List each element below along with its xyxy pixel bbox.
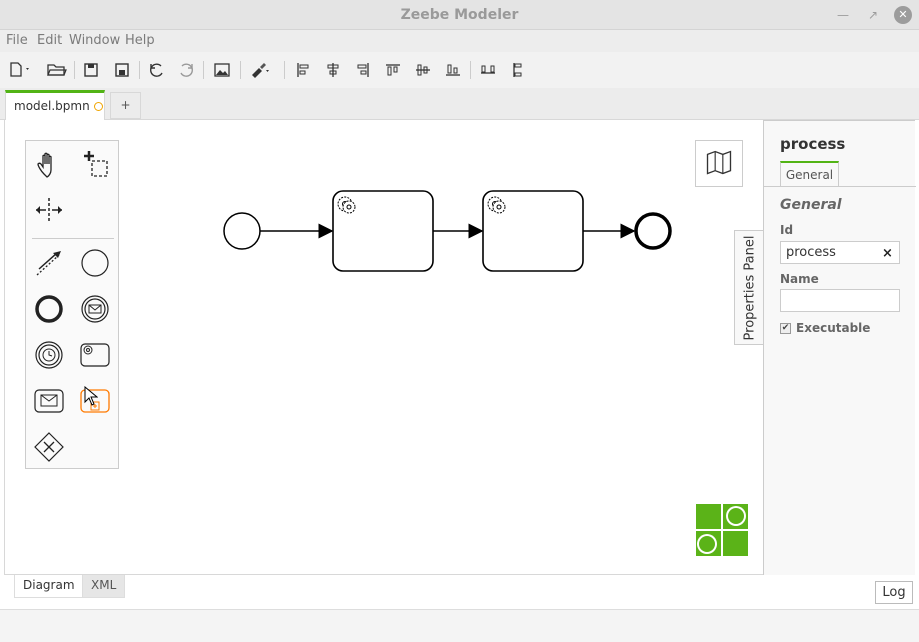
bottom-bar: Diagram XML Log	[0, 575, 919, 642]
file-tab-strip: model.bpmn +	[0, 88, 919, 121]
executable-checkbox[interactable]: ✔	[780, 323, 791, 334]
title-bar: Zeebe Modeler — ↗ ✕	[0, 0, 919, 30]
log-button[interactable]: Log	[875, 581, 913, 604]
properties-panel-toggle[interactable]: Properties Panel	[734, 230, 764, 345]
tab-xml[interactable]: XML	[82, 575, 126, 598]
minimize-icon[interactable]: —	[834, 6, 852, 24]
properties-panel-toggle-label: Properties Panel	[742, 235, 757, 340]
start-event[interactable]	[223, 212, 261, 250]
start-event-icon[interactable]	[79, 247, 111, 279]
menu-edit[interactable]: Edit	[37, 33, 62, 48]
exclusive-gateway-icon[interactable]	[33, 431, 65, 463]
save-as-icon[interactable]	[111, 59, 133, 81]
tab-model-bpmn[interactable]: model.bpmn	[5, 90, 105, 121]
message-intermediate-event-icon[interactable]	[79, 293, 111, 325]
id-label: Id	[780, 223, 794, 237]
name-label: Name	[780, 272, 819, 286]
distribute-vertical-icon[interactable]	[507, 59, 529, 81]
minimap-toggle-button[interactable]	[695, 140, 743, 187]
receive-task-icon[interactable]	[33, 385, 65, 417]
service-task-icon[interactable]	[79, 339, 111, 371]
executable-label: Executable	[796, 321, 871, 335]
export-image-icon[interactable]	[211, 59, 233, 81]
unsaved-indicator-icon	[93, 102, 103, 111]
mouse-cursor-icon	[84, 386, 98, 406]
menu-window[interactable]: Window	[69, 33, 120, 48]
close-icon[interactable]: ✕	[894, 6, 912, 24]
align-bottom-icon[interactable]	[442, 59, 464, 81]
status-bar	[0, 609, 919, 642]
space-tool-icon[interactable]	[33, 194, 65, 226]
name-field[interactable]	[780, 289, 900, 312]
end-event-icon[interactable]	[33, 293, 65, 325]
tab-label: model.bpmn	[14, 99, 90, 113]
new-file-icon[interactable]	[8, 59, 30, 81]
restore-icon[interactable]: ↗	[864, 6, 882, 24]
align-middle-icon[interactable]	[412, 59, 434, 81]
menu-file[interactable]: File	[6, 33, 28, 48]
align-top-icon[interactable]	[382, 59, 404, 81]
tab-diagram[interactable]: Diagram	[14, 575, 84, 598]
properties-title: process	[780, 135, 846, 153]
tool-palette	[25, 140, 119, 469]
menu-help[interactable]: Help	[125, 33, 155, 48]
menu-bar: File Edit Window Help	[0, 30, 919, 52]
distribute-horizontal-icon[interactable]	[477, 59, 499, 81]
tab-general[interactable]: General	[780, 161, 839, 187]
toolbar	[0, 52, 919, 88]
align-right-icon[interactable]	[352, 59, 374, 81]
properties-panel: process General General Id process × Nam…	[763, 120, 916, 575]
color-brush-icon[interactable]	[248, 59, 270, 81]
zeebe-logo-icon	[696, 504, 748, 556]
window-title: Zeebe Modeler	[400, 7, 519, 23]
save-icon[interactable]	[80, 59, 102, 81]
align-center-icon[interactable]	[322, 59, 344, 81]
hand-tool-icon[interactable]	[33, 148, 65, 180]
align-left-icon[interactable]	[292, 59, 314, 81]
clear-id-button[interactable]: ×	[882, 246, 893, 261]
add-tab-button[interactable]: +	[110, 92, 141, 119]
timer-event-icon[interactable]	[33, 339, 65, 371]
lasso-tool-icon[interactable]	[79, 148, 111, 180]
undo-icon[interactable]	[146, 59, 168, 81]
bpmn-diagram	[223, 190, 672, 272]
group-title: General	[780, 197, 842, 213]
open-folder-icon[interactable]	[46, 59, 68, 81]
map-icon	[706, 150, 732, 175]
redo-icon[interactable]	[175, 59, 197, 81]
end-event[interactable]	[634, 212, 672, 250]
global-connect-icon[interactable]	[33, 247, 65, 279]
